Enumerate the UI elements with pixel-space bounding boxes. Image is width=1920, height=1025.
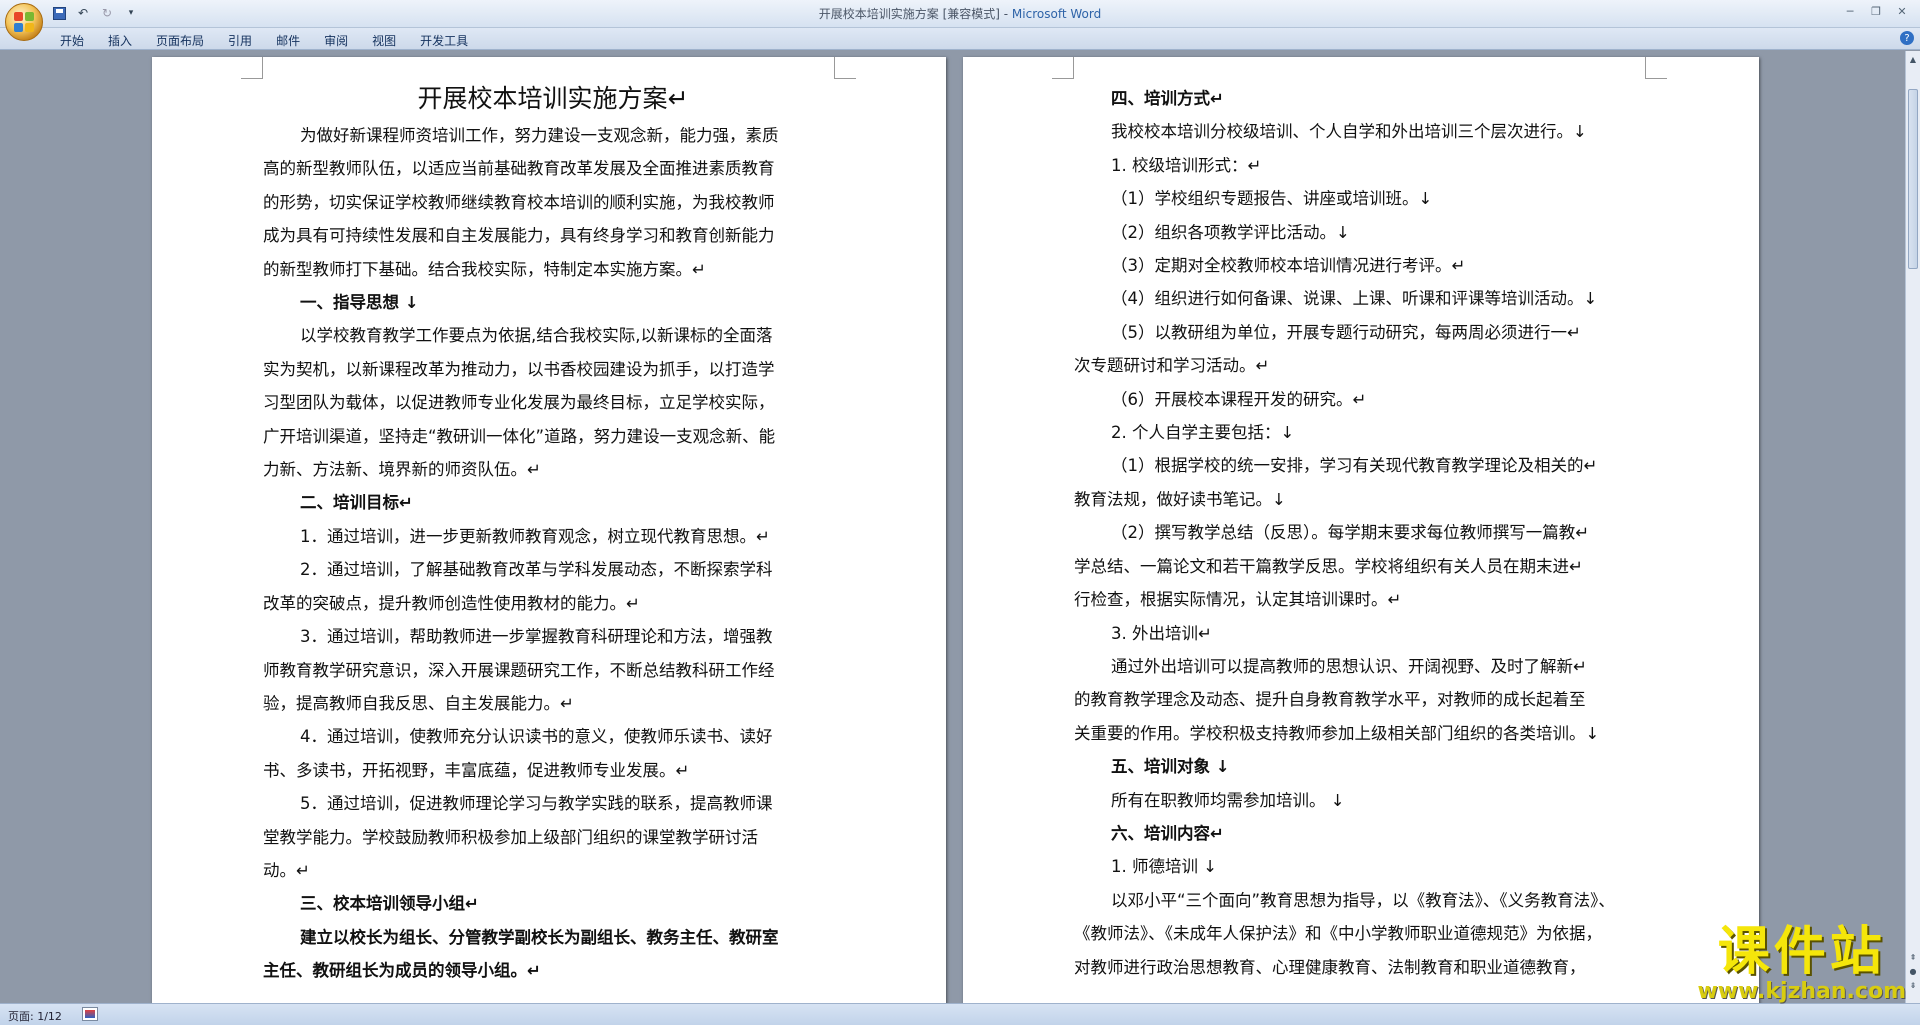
paragraph-line: 《教师法》、《未成年人保护法》和《中小学教师职业道德规范》为依据， xyxy=(1074,924,1602,944)
paragraph-line: 六、培训内容↵ xyxy=(1111,823,1224,843)
crop-mark xyxy=(834,57,856,79)
watermark-url: www.kjzhan.com xyxy=(1697,979,1906,1004)
paragraph-line: 通过外出培训可以提高教师的思想认识、开阔视野、及时了解新↵ xyxy=(1111,656,1587,676)
minimize-icon[interactable]: ─ xyxy=(1838,2,1862,20)
next-page-icon[interactable]: ⇟ xyxy=(1907,979,1919,991)
browse-object-icon[interactable]: ● xyxy=(1907,965,1919,977)
page-2-text[interactable]: 四、培训方式↵ 我校校本培训分校级培训、个人自学和外出培训三个层次进行。↓ 1. 校… xyxy=(1074,82,1654,984)
tab-page-layout[interactable]: 页面布局 xyxy=(144,30,216,51)
paragraph-line: 我校校本培训分校级培训、个人自学和外出培训三个层次进行。↓ xyxy=(1111,122,1587,142)
crop-mark xyxy=(1052,57,1074,79)
crop-mark xyxy=(241,57,263,79)
paragraph-line: （2）撰写教学总结（反思）。每学期末要求每位教师撰写一篇教↵ xyxy=(1111,523,1590,543)
paragraph-line: 为做好新课程师资培训工作，努力建设一支观念新，能力强，素质 xyxy=(300,126,779,145)
paragraph-line: 行检查，根据实际情况，认定其培训课时。↵ xyxy=(1074,590,1402,610)
paragraph-line: 的教育教学理念及动态、提升自身教育教学水平，对教师的成长起着至 xyxy=(1074,690,1586,710)
paragraph-line: 改革的突破点，提升教师创造性使用教材的能力。↵ xyxy=(263,593,640,613)
paragraph-line: 关重要的作用。学校积极支持教师参加上级相关部门组织的各类培训。↓ xyxy=(1074,723,1600,743)
paragraph-line: （2）组织各项教学评比活动。↓ xyxy=(1111,222,1350,242)
document-title: 开展校本培训实施方案 [兼容模式] - xyxy=(818,7,1012,21)
paragraph-line: 学总结、一篇论文和若干篇教学反思。学校将组织有关人员在期末进↵ xyxy=(1074,556,1583,576)
paragraph-line: 一、指导思想 ↓ xyxy=(300,293,419,313)
paragraph-line: 3．通过培训，帮助教师进一步掌握教育科研理论和方法，增强教 xyxy=(300,627,773,647)
tab-review[interactable]: 审阅 xyxy=(312,30,360,51)
paragraph-line: 动。↵ xyxy=(263,860,310,880)
paragraph-line: （3）定期对全校教师校本培训情况进行考评。↵ xyxy=(1111,256,1466,276)
paragraph-line: 以邓小平“三个面向”教育思想为指导，以《教育法》、《义务教育法》、 xyxy=(1111,890,1615,910)
ribbon-tabs: 开始 插入 页面布局 引用 邮件 审阅 视图 开发工具 xyxy=(48,30,480,51)
tab-mailings[interactable]: 邮件 xyxy=(264,30,312,51)
paragraph-line: 成为具有可持续性发展和自主发展能力，具有终身学习和教育创新能力 xyxy=(263,226,775,246)
paragraph-line: 验，提高教师自我反思、自主发展能力。↵ xyxy=(263,693,574,713)
paragraph-line: 1. 校级培训形式：↵ xyxy=(1111,155,1262,175)
watermark-text: 课件站 xyxy=(1717,922,1886,982)
tab-developer[interactable]: 开发工具 xyxy=(408,30,480,51)
paragraph-line: 三、校本培训领导小组↵ xyxy=(300,894,479,914)
paragraph-line: 2. 个人自学主要包括：↓ xyxy=(1111,423,1295,443)
paragraph-line: 次专题研讨和学习活动。↵ xyxy=(1074,356,1270,376)
page-1-text[interactable]: 开展校本培训实施方案↵ 为做好新课程师资培训工作，努力建设一支观念新，能力强，素质… xyxy=(263,79,843,988)
scroll-up-icon[interactable]: ▲ xyxy=(1907,53,1919,65)
ribbon-tab-bar: 开始 插入 页面布局 引用 邮件 审阅 视图 开发工具 ? xyxy=(0,28,1920,50)
paragraph-line: 二、培训目标↵ xyxy=(300,493,413,513)
window-controls: ─ ❐ ✕ xyxy=(1838,2,1914,20)
paragraph-line: 高的新型教师队伍，以适应当前基础教育改革发展及全面推进素质教育 xyxy=(263,159,775,179)
paragraph-line: 书、多读书，开拓视野，丰富底蕴，促进教师专业发展。↵ xyxy=(263,760,690,780)
paragraph-line: （5）以教研组为单位，开展专题行动研究，每两周必须进行一↵ xyxy=(1111,322,1581,342)
paragraph-line: 四、培训方式↵ xyxy=(1111,89,1224,108)
tab-references[interactable]: 引用 xyxy=(216,30,264,51)
paragraph-line: 堂教学能力。学校鼓励教师积极参加上级部门组织的课堂教学研讨活 xyxy=(263,827,758,847)
paragraph-line: 五、培训对象 ↓ xyxy=(1111,757,1230,777)
paragraph-line: （1）根据学校的统一安排，学习有关现代教育教学理论及相关的↵ xyxy=(1111,456,1598,476)
document-page-1[interactable]: 开展校本培训实施方案↵ 为做好新课程师资培训工作，努力建设一支观念新，能力强，素质… xyxy=(152,57,946,1003)
paragraph-line: 2．通过培训，了解基础教育改革与学科发展动态，不断探索学科 xyxy=(300,560,773,580)
restore-icon[interactable]: ❐ xyxy=(1864,2,1888,20)
watermark-logo: 课件站 www.kjzhan.com xyxy=(1697,924,1906,1004)
document-workspace[interactable]: 开展校本培训实施方案↵ 为做好新课程师资培训工作，努力建设一支观念新，能力强，素质… xyxy=(0,51,1905,1003)
paragraph-line: 4．通过培训，使教师充分认识读书的意义，使教师乐读书、读好 xyxy=(300,727,773,747)
paragraph-line: （6）开展校本课程开发的研究。↵ xyxy=(1111,389,1367,409)
tab-insert[interactable]: 插入 xyxy=(96,30,144,51)
crop-mark xyxy=(1645,57,1667,79)
document-page-2[interactable]: 四、培训方式↵ 我校校本培训分校级培训、个人自学和外出培训三个层次进行。↓ 1. 校… xyxy=(963,57,1759,1003)
tab-home[interactable]: 开始 xyxy=(48,30,96,51)
paragraph-line: 实为契机，以新课程改革为推动力，以书香校园建设为抓手，以打造学 xyxy=(263,359,775,379)
paragraph-line: 1. 师德培训 ↓ xyxy=(1111,857,1218,877)
title-bar: ↶ ↻ ▾ 开展校本培训实施方案 [兼容模式] - Microsoft Word… xyxy=(0,0,1920,28)
close-icon[interactable]: ✕ xyxy=(1890,2,1914,20)
app-name: Microsoft Word xyxy=(1011,7,1102,21)
paragraph-line: 所有在职教师均需参加培训。 ↓ xyxy=(1111,790,1345,810)
paragraph-line: 3. 外出培训↵ xyxy=(1111,623,1212,643)
status-bar: 页面: 1/12 xyxy=(0,1003,1920,1025)
document-title-heading: 开展校本培训实施方案↵ xyxy=(417,84,689,113)
scrollbar-thumb[interactable] xyxy=(1908,89,1918,269)
paragraph-line: 1．通过培训，进一步更新教师教育观念，树立现代教育思想。↵ xyxy=(300,526,770,546)
paragraph-line: 的新型教师打下基础。结合我校实际，特制定本实施方案。↵ xyxy=(263,259,706,279)
previous-page-icon[interactable]: ⇞ xyxy=(1907,951,1919,963)
paragraph-line: 师教育教学研究意识，深入开展课题研究工作，不断总结教科研工作经 xyxy=(263,660,775,680)
paragraph-line: 力新、方法新、境界新的师资队伍。↵ xyxy=(263,460,541,480)
paragraph-line: 以学校教育教学工作要点为依据,结合我校实际,以新课标的全面落 xyxy=(300,326,773,346)
office-logo-icon xyxy=(14,12,34,32)
window-title: 开展校本培训实施方案 [兼容模式] - Microsoft Word xyxy=(0,5,1920,22)
help-icon[interactable]: ? xyxy=(1900,31,1914,45)
paragraph-line: 教育法规，做好读书笔记。↓ xyxy=(1074,489,1286,509)
paragraph-line: 主任、教研组长为成员的领导小组。↵ xyxy=(263,961,541,981)
paragraph-line: （1）学校组织专题报告、讲座或培训班。↓ xyxy=(1111,189,1433,209)
page-count-status[interactable]: 页面: 1/12 xyxy=(8,1008,62,1024)
vertical-scrollbar[interactable]: ▲ ⇞ ● ⇟ xyxy=(1905,51,1920,1003)
paragraph-line: 广开培训渠道，坚持走“教研训一体化”道路，努力建设一支观念新、能 xyxy=(263,426,776,446)
proofing-icon[interactable] xyxy=(82,1007,98,1021)
office-button[interactable] xyxy=(5,3,43,41)
paragraph-line: （4）组织进行如何备课、说课、上课、听课和评课等培训活动。↓ xyxy=(1111,289,1598,309)
paragraph-line: 对教师进行政治思想教育、心理健康教育、法制教育和职业道德教育， xyxy=(1074,957,1586,977)
paragraph-line: 习型团队为载体，以促进教师专业化发展为最终目标，立足学校实际， xyxy=(263,393,775,413)
paragraph-line: 的形势，切实保证学校教师继续教育校本培训的顺利实施，为我校教师 xyxy=(263,192,775,212)
tab-view[interactable]: 视图 xyxy=(360,30,408,51)
paragraph-line: 建立以校长为组长、分管教学副校长为副组长、教务主任、教研室 xyxy=(300,927,779,947)
paragraph-line: 5．通过培训，促进教师理论学习与教学实践的联系，提高教师课 xyxy=(300,794,773,814)
